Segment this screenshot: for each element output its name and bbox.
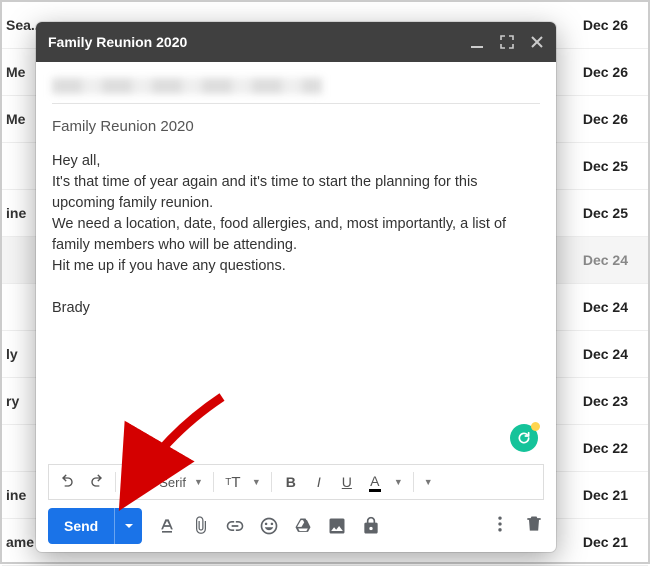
inbox-sender: Me xyxy=(6,111,25,127)
inbox-date: Dec 21 xyxy=(583,534,628,550)
chevron-down-icon[interactable]: ▼ xyxy=(248,477,265,487)
drive-icon[interactable] xyxy=(292,515,314,537)
inbox-sender: Me xyxy=(6,64,25,80)
inbox-sender: ame xyxy=(6,534,34,550)
emoji-icon[interactable] xyxy=(258,515,280,537)
inbox-date: Dec 22 xyxy=(583,440,628,456)
expand-icon[interactable] xyxy=(500,35,514,49)
chevron-down-icon[interactable]: ▼ xyxy=(420,477,437,487)
inbox-sender: ine xyxy=(6,487,26,503)
inbox-date: Dec 23 xyxy=(583,393,628,409)
window-controls xyxy=(470,35,544,49)
inbox-date: Dec 26 xyxy=(583,17,628,33)
inbox-date: Dec 26 xyxy=(583,64,628,80)
compose-window: Family Reunion 2020 Family Reunion 2020 … xyxy=(36,22,556,552)
send-options-button[interactable] xyxy=(114,508,142,544)
attachment-icon[interactable] xyxy=(190,515,212,537)
compose-action-icons xyxy=(156,515,482,537)
bold-button[interactable]: B xyxy=(278,468,304,496)
undo-button[interactable] xyxy=(55,468,81,496)
send-row: Send xyxy=(36,500,556,552)
close-icon[interactable] xyxy=(530,35,544,49)
formatting-toolbar: Sans Serif ▼ TT ▼ B I U A ▼ ▼ xyxy=(48,464,544,500)
chevron-down-icon[interactable]: ▼ xyxy=(390,477,407,487)
inbox-sender: ly xyxy=(6,346,18,362)
compose-body: Family Reunion 2020 Hey all, It's that t… xyxy=(36,62,556,460)
recipients-redacted xyxy=(52,78,322,94)
email-body[interactable]: Hey all, It's that time of year again an… xyxy=(52,139,540,454)
inbox-date: Dec 25 xyxy=(583,205,628,221)
text-format-icon[interactable] xyxy=(156,515,178,537)
send-button[interactable]: Send xyxy=(48,508,142,544)
recipients-field[interactable] xyxy=(52,74,540,104)
font-size-button[interactable]: TT xyxy=(220,468,246,496)
inbox-date: Dec 21 xyxy=(583,487,628,503)
inbox-date: Dec 24 xyxy=(583,299,628,315)
send-button-main[interactable]: Send xyxy=(48,508,114,544)
chevron-down-icon[interactable]: ▼ xyxy=(190,477,207,487)
discard-icon[interactable] xyxy=(524,514,544,539)
compose-right-icons xyxy=(490,514,544,539)
inbox-sender: ry xyxy=(6,393,19,409)
inbox-date: Dec 25 xyxy=(583,158,628,174)
inbox-date: Dec 26 xyxy=(583,111,628,127)
underline-button[interactable]: U xyxy=(334,468,360,496)
inbox-date: Dec 24 xyxy=(583,252,628,268)
more-options-icon[interactable] xyxy=(490,514,510,539)
italic-button[interactable]: I xyxy=(306,468,332,496)
minimize-icon[interactable] xyxy=(470,35,484,49)
inbox-sender: ine xyxy=(6,205,26,221)
redo-button[interactable] xyxy=(83,468,109,496)
confidential-icon[interactable] xyxy=(360,515,382,537)
inbox-date: Dec 24 xyxy=(583,346,628,362)
text-color-button[interactable]: A xyxy=(362,468,388,496)
compose-header: Family Reunion 2020 xyxy=(36,22,556,62)
photo-icon[interactable] xyxy=(326,515,348,537)
subject-field[interactable]: Family Reunion 2020 xyxy=(52,108,540,139)
font-family-select[interactable]: Sans Serif xyxy=(122,475,188,490)
compose-title: Family Reunion 2020 xyxy=(48,34,187,50)
grammarly-icon[interactable] xyxy=(510,424,538,452)
link-icon[interactable] xyxy=(224,515,246,537)
